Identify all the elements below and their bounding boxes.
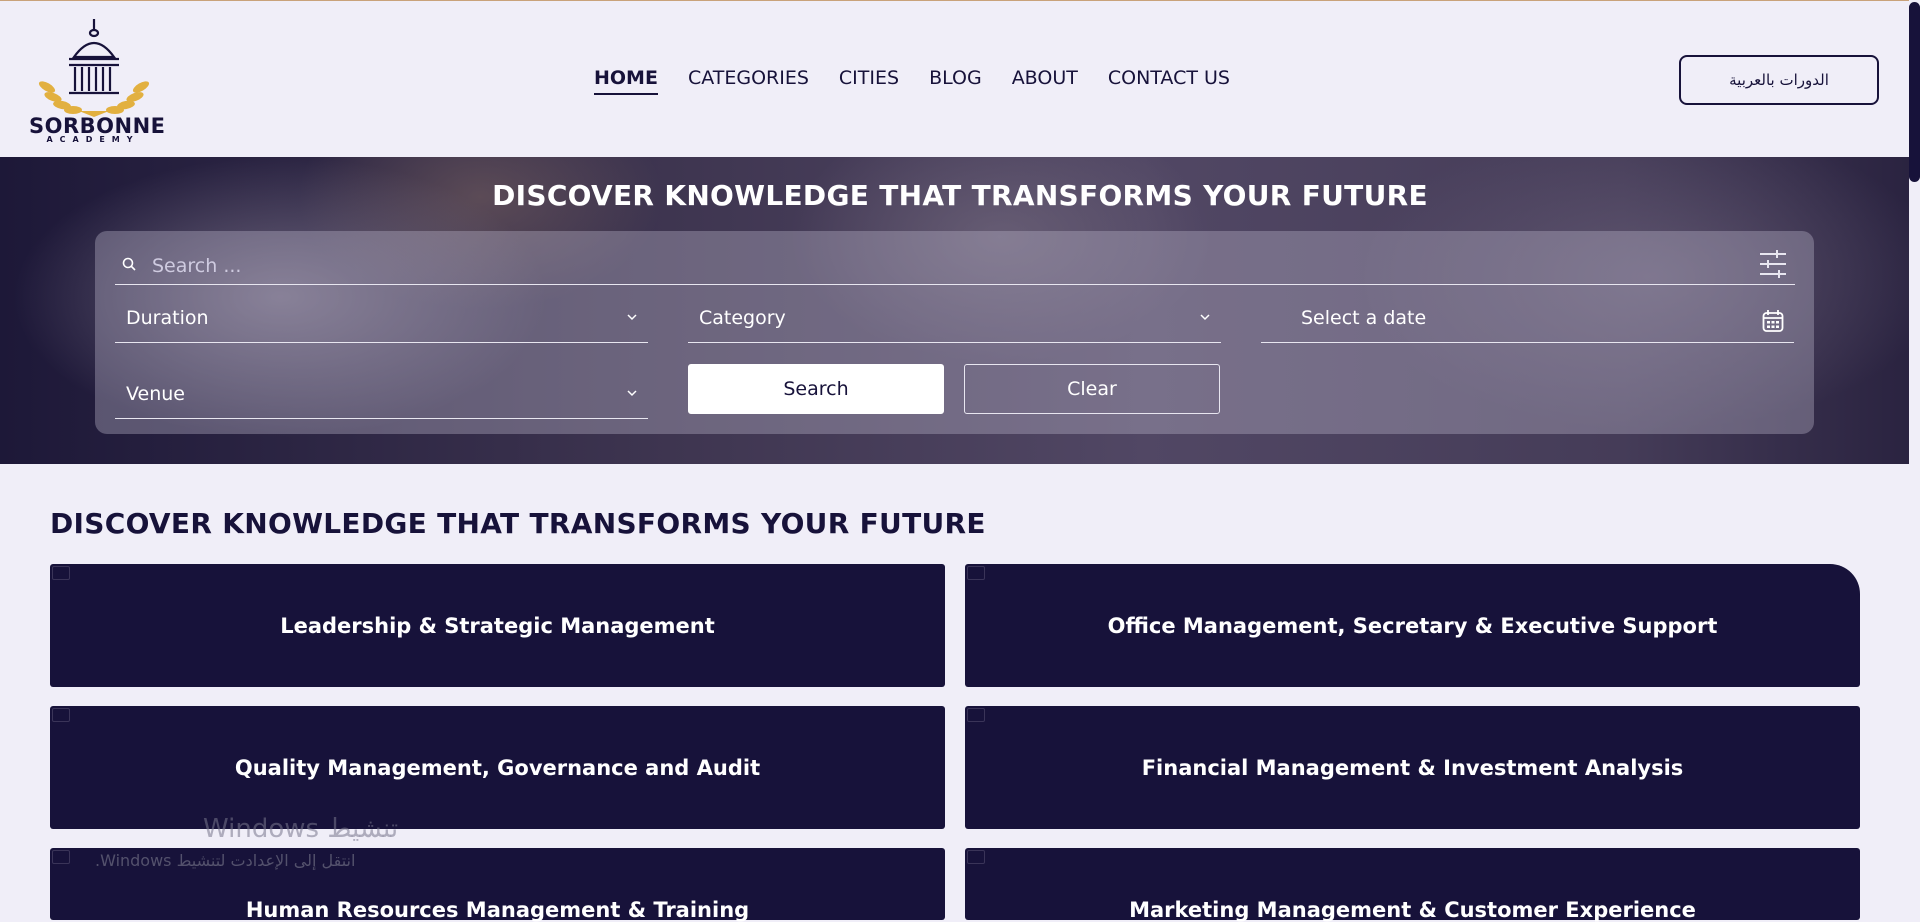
venue-select[interactable]: Venue [115, 371, 648, 419]
search-panel: Duration Category Select a date Ven [95, 231, 1814, 434]
nav-blog[interactable]: BLOG [929, 67, 982, 95]
category-card[interactable]: Quality Management, Governance and Audit [50, 706, 945, 829]
calendar-icon[interactable] [1762, 309, 1784, 333]
logo-tagline: ACADEMY [46, 135, 140, 144]
section-title: DISCOVER KNOWLEDGE THAT TRANSFORMS YOUR … [50, 507, 986, 540]
broken-image-icon [967, 850, 985, 864]
chevron-down-icon [627, 314, 637, 321]
windows-activation-title: تنشيط Windows [203, 814, 399, 844]
nav-cities[interactable]: CITIES [839, 67, 899, 95]
date-picker[interactable]: Select a date [1261, 295, 1794, 343]
windows-activation-subtitle: انتقل إلى الإعدادت لتنشيط Windows. [95, 851, 356, 870]
duration-label: Duration [126, 307, 209, 329]
category-card[interactable]: Office Management, Secretary & Executive… [965, 564, 1860, 687]
nav-categories[interactable]: CATEGORIES [688, 67, 809, 95]
category-card-title: Marketing Management & Customer Experien… [1129, 898, 1696, 922]
search-icon [122, 257, 136, 271]
duration-select[interactable]: Duration [115, 295, 648, 343]
category-card-title: Quality Management, Governance and Audit [234, 755, 761, 780]
category-label: Category [699, 307, 786, 329]
search-bar [115, 245, 1795, 285]
category-card-title: Office Management, Secretary & Executive… [1107, 613, 1718, 638]
category-select[interactable]: Category [688, 295, 1221, 343]
search-input[interactable] [150, 253, 1710, 279]
page-scrollbar[interactable] [1909, 0, 1920, 920]
arabic-courses-button[interactable]: الدورات بالعربية [1679, 55, 1879, 105]
category-card[interactable]: Marketing Management & Customer Experien… [965, 848, 1860, 922]
category-card[interactable]: Financial Management & Investment Analys… [965, 706, 1860, 829]
broken-image-icon [52, 850, 70, 864]
broken-image-icon [967, 708, 985, 722]
chevron-down-icon [627, 390, 637, 397]
filter-sliders-icon[interactable] [1759, 249, 1787, 279]
chevron-down-icon [1200, 314, 1210, 321]
hero-banner: DISCOVER KNOWLEDGE THAT TRANSFORMS YOUR … [0, 157, 1909, 464]
venue-label: Venue [126, 383, 185, 405]
clear-button[interactable]: Clear [964, 364, 1220, 414]
broken-image-icon [52, 708, 70, 722]
site-header: SORBONNE ACADEMY HOME CATEGORIES CITIES … [0, 0, 1909, 157]
category-card[interactable]: Leadership & Strategic Management [50, 564, 945, 687]
nav-about[interactable]: ABOUT [1012, 67, 1078, 95]
category-card-title: Human Resources Management & Training [245, 898, 750, 922]
hero-title: DISCOVER KNOWLEDGE THAT TRANSFORMS YOUR … [492, 179, 1428, 212]
nav-home[interactable]: HOME [594, 67, 658, 95]
broken-image-icon [967, 566, 985, 580]
category-card-title: Financial Management & Investment Analys… [1141, 755, 1684, 780]
scrollbar-thumb[interactable] [1909, 2, 1920, 182]
nav-contact-us[interactable]: CONTACT US [1108, 67, 1230, 95]
broken-image-icon [52, 566, 70, 580]
date-label: Select a date [1301, 307, 1427, 329]
main-nav: HOME CATEGORIES CITIES BLOG ABOUT CONTAC… [594, 67, 1260, 95]
category-card-title: Leadership & Strategic Management [280, 613, 715, 638]
search-button[interactable]: Search [688, 364, 944, 414]
